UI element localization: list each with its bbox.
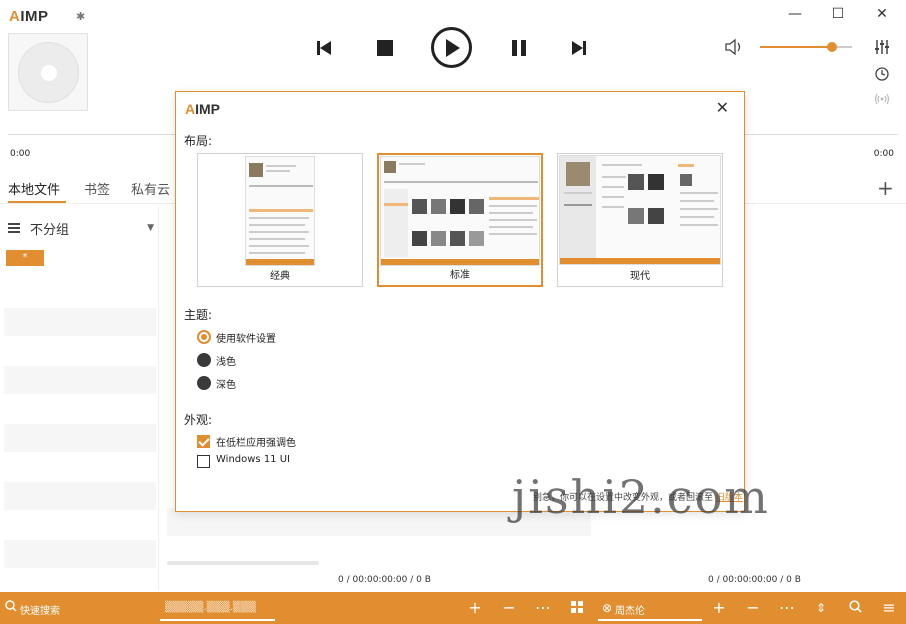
remove-icon[interactable]: − xyxy=(499,598,519,618)
layout-dialog: AIMP ✕ 布局: 经典 标准 现代 主题: 使用软件设置 浅色 深色 外观:… xyxy=(175,91,745,512)
list-item xyxy=(4,482,156,510)
dialog-logo: AIMP xyxy=(185,101,221,117)
list-item xyxy=(4,366,156,394)
tab-local-files[interactable]: 本地文件 xyxy=(8,179,60,198)
next-track-button[interactable] xyxy=(563,32,595,64)
grouping-label: 不分组 xyxy=(30,223,70,238)
search-icon[interactable] xyxy=(845,598,865,618)
volume-icon[interactable] xyxy=(725,38,745,60)
theme-heading: 主题: xyxy=(184,308,213,322)
close-button[interactable]: ✕ xyxy=(870,4,894,24)
dialog-close-icon[interactable]: ✕ xyxy=(716,98,729,117)
tab-bookmarks[interactable]: 书签 xyxy=(84,179,110,198)
menu-icon xyxy=(8,223,20,233)
layout-label-modern: 现代 xyxy=(630,271,650,282)
playlist-tab-indicator xyxy=(160,619,275,621)
more-icon[interactable]: ⋯ xyxy=(777,598,797,618)
all-files-chip[interactable]: * xyxy=(6,250,44,266)
playlist-tab-right[interactable]: 周杰伦 xyxy=(615,602,645,617)
radio-icon xyxy=(197,376,211,390)
remove-icon[interactable]: − xyxy=(743,598,763,618)
equalizer-icon[interactable] xyxy=(874,40,890,56)
playlist-tab-indicator xyxy=(598,619,702,621)
appearance-heading: 外观: xyxy=(184,413,213,427)
play-button[interactable] xyxy=(431,27,472,68)
quick-search-input[interactable]: 快速搜索 xyxy=(20,602,60,617)
volume-slider[interactable] xyxy=(760,46,852,48)
layout-label-standard: 标准 xyxy=(450,270,470,281)
sort-icon[interactable]: ⇕ xyxy=(811,598,831,618)
scheduler-clock-icon[interactable] xyxy=(874,67,890,83)
add-icon[interactable]: + xyxy=(465,598,485,618)
pause-button[interactable] xyxy=(503,32,535,64)
radio-selected-icon xyxy=(197,330,211,344)
disc-placeholder-icon xyxy=(18,42,79,103)
checkbox-icon xyxy=(197,455,210,468)
checkbox-checked-icon xyxy=(197,435,210,448)
horizontal-scrollbar[interactable] xyxy=(167,561,319,565)
album-art xyxy=(8,33,88,111)
volume-fill xyxy=(760,46,832,48)
watermark: jishi2.com xyxy=(512,470,770,524)
list-item xyxy=(4,540,156,568)
play-icon xyxy=(445,38,460,57)
radio-icon xyxy=(197,353,211,367)
close-playlist-icon[interactable]: ⊗ xyxy=(597,598,617,618)
add-tab-icon[interactable]: + xyxy=(877,176,894,200)
settings-gear-icon[interactable]: ✱ xyxy=(76,10,85,23)
bottom-toolbar: 快速搜索 ▒▒▒▒▒.▒▒▒.▒▒▒ + − ⋯ ⊗ 周杰伦 + − ⋯ ⇕ ≡ xyxy=(0,592,906,624)
chevron-down-icon: ▼ xyxy=(147,223,154,233)
app-logo: AIMP xyxy=(9,8,49,25)
layout-option-modern[interactable]: 现代 xyxy=(557,153,723,287)
classic-preview xyxy=(245,156,315,266)
grid-view-icon[interactable] xyxy=(567,598,587,618)
previous-track-button[interactable] xyxy=(308,32,340,64)
skip-forward-icon xyxy=(572,41,586,55)
standard-preview xyxy=(380,156,540,266)
stop-button[interactable] xyxy=(369,32,401,64)
playlist-summary-left: 0 / 00:00:00:00 / 0 B xyxy=(338,575,431,585)
time-elapsed: 0:00 xyxy=(10,149,31,159)
list-item xyxy=(4,308,156,336)
stop-icon xyxy=(377,40,393,56)
modern-preview xyxy=(559,155,721,265)
layout-label-classic: 经典 xyxy=(270,271,290,282)
pause-icon xyxy=(512,40,526,56)
minimize-button[interactable]: — xyxy=(783,4,807,24)
layout-heading: 布局: xyxy=(184,134,213,148)
more-icon[interactable]: ⋯ xyxy=(533,598,553,618)
add-icon[interactable]: + xyxy=(709,598,729,618)
grouping-selector[interactable]: 不分组 ▼ xyxy=(8,219,156,239)
aimp-window: AIMP ✱ — ☐ ✕ 0:00 0:00 本地文件 书签 私有云 + 不分组… xyxy=(0,0,906,624)
menu-icon[interactable]: ≡ xyxy=(879,598,899,618)
time-total: 0:00 xyxy=(873,149,894,159)
layout-option-standard[interactable]: 标准 xyxy=(377,153,543,287)
playlist-tab-left[interactable]: ▒▒▒▒▒.▒▒▒.▒▒▒ xyxy=(165,602,256,613)
search-icon[interactable] xyxy=(1,598,21,618)
volume-knob[interactable] xyxy=(827,42,837,52)
tab-private-cloud[interactable]: 私有云 xyxy=(131,179,170,198)
list-item xyxy=(4,424,156,452)
layout-option-classic[interactable]: 经典 xyxy=(197,153,363,287)
skip-back-icon xyxy=(317,41,331,55)
panel-divider xyxy=(158,206,159,590)
maximize-button[interactable]: ☐ xyxy=(826,4,850,24)
playlist-summary-right: 0 / 00:00:00:00 / 0 B xyxy=(708,575,801,585)
radio-broadcast-icon[interactable] xyxy=(874,93,890,109)
